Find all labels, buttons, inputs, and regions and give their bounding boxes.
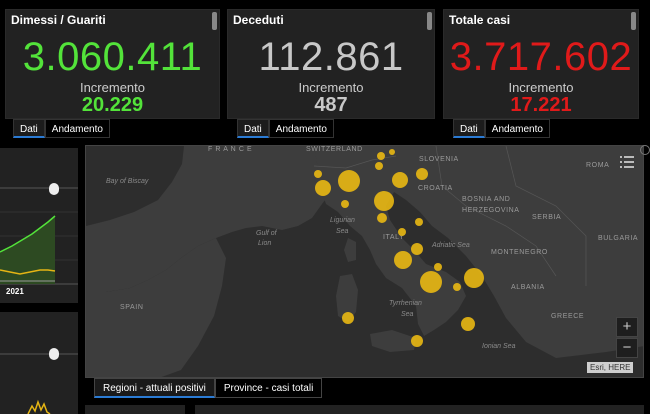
map-view[interactable]: F R A N C E SWITZERLAND SLOVENIA CROATIA… <box>85 145 644 378</box>
legend-list-button[interactable] <box>619 154 635 170</box>
region-bubble <box>342 312 354 324</box>
card-total-cases: Totale casi 3.717.602 Incremento 17.221 <box>443 9 639 119</box>
tab-andamento[interactable]: Andamento <box>484 119 550 138</box>
region-bubble <box>377 152 385 160</box>
card-tabs-total: Dati Andamento <box>453 119 550 138</box>
region-bubble <box>461 317 475 331</box>
recovered-value: 3.060.411 <box>22 35 203 79</box>
expand-icon[interactable] <box>640 145 650 155</box>
tab-regioni[interactable]: Regioni - attuali positivi <box>94 378 215 398</box>
region-bubble <box>392 172 408 188</box>
card-tabs-deaths: Dati Andamento <box>237 119 334 138</box>
scrollbar[interactable] <box>631 12 636 30</box>
region-bubble <box>377 213 387 223</box>
total-cases-increment: 17.221 <box>510 94 572 116</box>
region-bubble <box>389 149 395 155</box>
region-bubble <box>315 180 331 196</box>
region-bubble <box>374 191 394 211</box>
region-bubble <box>338 170 360 192</box>
trend-chart-svg <box>0 187 78 285</box>
region-bubble <box>398 228 406 236</box>
region-bubble <box>341 200 349 208</box>
increment-label: Incremento <box>298 80 364 95</box>
deaths-value: 112.861 <box>258 35 404 79</box>
region-bubble <box>464 268 484 288</box>
scrollbar[interactable] <box>212 12 217 30</box>
bottom-panel-right <box>195 405 644 414</box>
region-bubble <box>314 170 322 178</box>
card-title: Dimessi / Guariti <box>11 13 106 27</box>
time-slider-handle[interactable] <box>49 348 59 360</box>
region-bubble <box>411 335 423 347</box>
increment-label: Incremento <box>79 80 146 95</box>
zoom-in-button[interactable]: + <box>616 317 638 337</box>
tab-andamento[interactable]: Andamento <box>44 119 110 138</box>
list-icon <box>620 156 634 168</box>
time-slider-handle[interactable] <box>49 183 59 195</box>
tab-dati[interactable]: Dati <box>13 119 45 138</box>
card-tabs-recovered: Dati Andamento <box>13 119 110 138</box>
region-bubble <box>416 168 428 180</box>
map-attribution: Esri, HERE <box>587 362 634 373</box>
scrollbar[interactable] <box>427 12 432 30</box>
card-recovered: Dimessi / Guariti 3.060.411 Incremento 2… <box>5 9 220 119</box>
card-title: Totale casi <box>449 13 511 27</box>
total-cases-value: 3.717.602 <box>449 35 633 79</box>
region-bubble <box>411 243 423 255</box>
tab-province[interactable]: Province - casi totali <box>214 378 323 398</box>
region-bubble <box>434 263 442 271</box>
card-title: Deceduti <box>233 13 284 27</box>
zoom-out-button[interactable]: − <box>616 338 638 358</box>
left-daily-chart <box>0 312 78 414</box>
region-bubble <box>394 251 412 269</box>
increment-label: Incremento <box>508 80 574 95</box>
deaths-increment: 487 <box>314 94 348 116</box>
region-bubble <box>420 271 442 293</box>
tab-andamento[interactable]: Andamento <box>268 119 334 138</box>
recovered-increment: 20.229 <box>81 94 144 116</box>
bottom-panel-left <box>85 405 185 414</box>
region-bubble <box>453 283 461 291</box>
bubble-layer <box>314 149 484 347</box>
region-bubble <box>375 162 383 170</box>
daily-chart-svg <box>0 353 78 414</box>
region-bubble <box>415 218 423 226</box>
year-label: 2021 <box>6 287 24 296</box>
card-deaths: Deceduti 112.861 Incremento 487 <box>227 9 435 119</box>
map-layer-tabs: Regioni - attuali positivi Province - ca… <box>94 378 323 398</box>
tab-dati[interactable]: Dati <box>237 119 269 138</box>
left-trend-chart: 2021 <box>0 148 78 303</box>
tab-dati[interactable]: Dati <box>453 119 485 138</box>
